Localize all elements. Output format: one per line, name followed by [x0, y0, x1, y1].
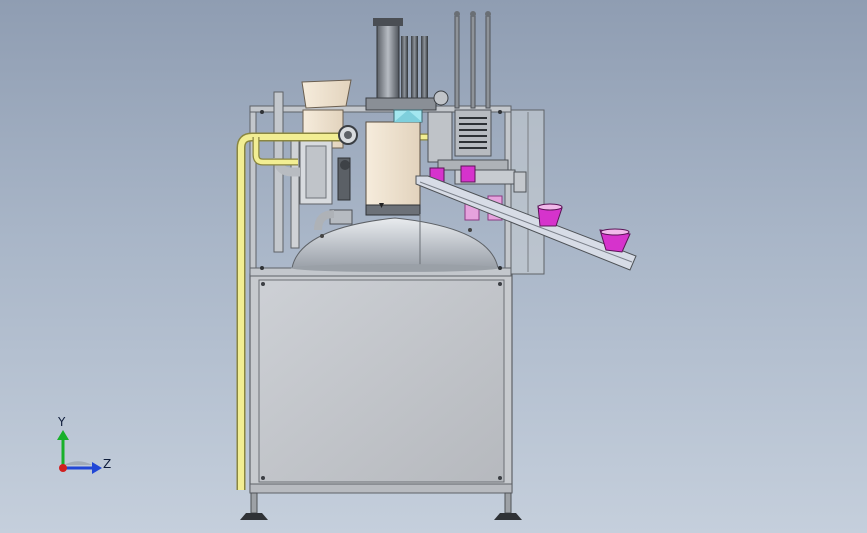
triad-y-label: Y: [58, 415, 66, 429]
triad-z-label: Z: [103, 457, 112, 471]
3d-viewport[interactable]: Y Z: [0, 0, 867, 533]
guide-rods: [454, 11, 491, 109]
coordinate-triad: [57, 430, 102, 474]
dosing-unit: [365, 109, 423, 233]
triad-x-axis: [59, 464, 67, 472]
drive-motor: [365, 18, 449, 111]
lower-cabinet: [249, 273, 513, 494]
machine-model[interactable]: [0, 0, 867, 533]
machine-feet: [240, 492, 522, 520]
